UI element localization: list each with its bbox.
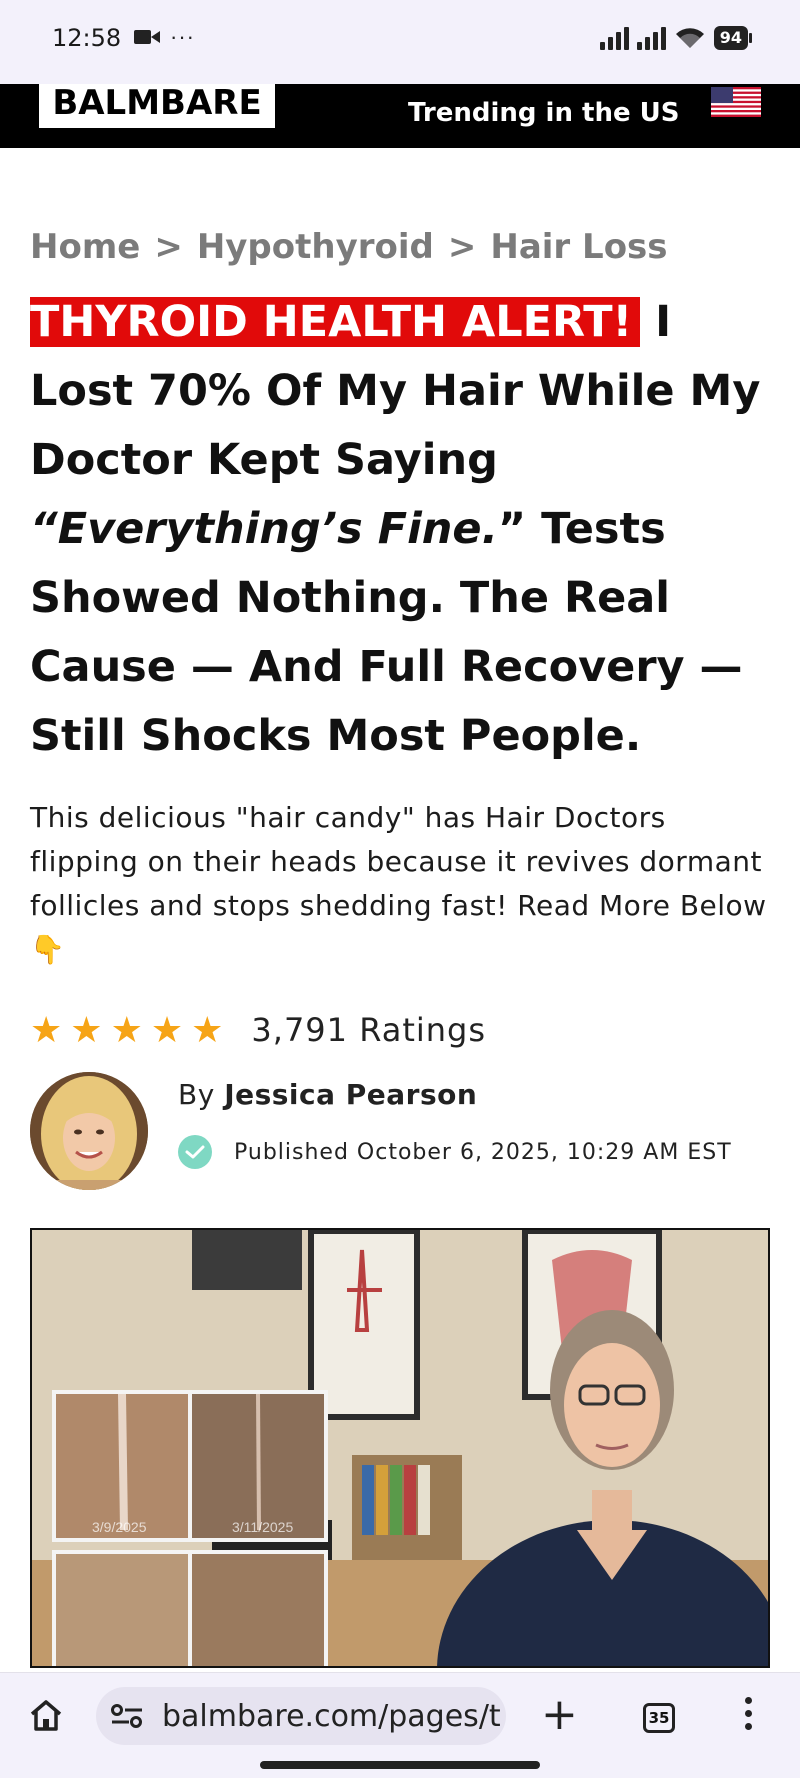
breadcrumb-separator: > — [154, 227, 183, 267]
more-dots-icon: ··· — [170, 24, 195, 49]
address-bar[interactable]: balmbare.com/pages/th — [96, 1687, 506, 1745]
star-icon: ★ — [70, 1009, 103, 1050]
breadcrumb-hair-loss[interactable]: Hair Loss — [490, 227, 667, 267]
gesture-bar[interactable] — [260, 1761, 540, 1769]
tab-switcher-button[interactable]: 35 — [643, 1703, 675, 1733]
status-left-icons: ··· — [134, 24, 195, 49]
breadcrumb-separator: > — [447, 227, 477, 267]
new-tab-icon[interactable]: + — [541, 1693, 578, 1737]
site-logo[interactable]: BALMBARE — [39, 83, 275, 128]
star-icon: ★ — [30, 1009, 63, 1050]
breadcrumb-home[interactable]: Home — [30, 227, 140, 267]
site-header: BALMBARE Trending in the US — [0, 83, 800, 148]
video-camera-icon — [134, 28, 160, 46]
verified-check-icon — [178, 1135, 212, 1169]
site-settings-icon[interactable] — [110, 1702, 144, 1730]
browser-menu-icon[interactable] — [745, 1697, 752, 1730]
wifi-icon — [675, 28, 704, 48]
battery-indicator: 94 — [713, 26, 753, 50]
headline-quote: “Everything’s Fine. — [30, 504, 498, 554]
byline-prefix: By — [178, 1078, 215, 1111]
status-time: 12:58 — [52, 24, 122, 52]
hero-image: 3/9/2025 3/11/2025 — [30, 1228, 770, 1668]
breadcrumb: Home > Hypothyroid > Hair Loss — [30, 227, 668, 267]
author-name[interactable]: Jessica Pearson — [224, 1078, 477, 1111]
star-rating: ★ ★ ★ ★ ★ — [30, 1010, 223, 1050]
home-icon[interactable] — [28, 1697, 64, 1733]
alert-highlight: THYROID HEALTH ALERT! — [30, 297, 641, 347]
breadcrumb-hypothyroid[interactable]: Hypothyroid — [197, 227, 434, 267]
rating-count: 3,791 Ratings — [251, 1011, 487, 1049]
hero-date-left: 3/9/2025 — [92, 1519, 147, 1535]
star-icon: ★ — [191, 1009, 224, 1050]
status-bar: 12:58 ··· 94 — [0, 0, 800, 84]
author-avatar — [30, 1072, 148, 1190]
trending-label: Trending in the US — [408, 98, 680, 128]
author-byline: By Jessica Pearson — [178, 1078, 477, 1111]
cell-signal-icon — [599, 26, 629, 50]
us-flag-icon — [711, 87, 761, 117]
status-right-icons: 94 — [599, 26, 753, 50]
url-text: balmbare.com/pages/th — [162, 1698, 502, 1734]
logo-text: BALMBARE — [52, 83, 262, 123]
hero-date-right: 3/11/2025 — [232, 1519, 293, 1535]
rating-row: ★ ★ ★ ★ ★ 3,791 Ratings — [30, 1010, 486, 1050]
article-headline: THYROID HEALTH ALERT! I Lost 70% Of My H… — [30, 288, 770, 771]
cell-signal-icon — [636, 26, 666, 50]
article-subtext: This delicious "hair candy" has Hair Doc… — [30, 801, 767, 966]
star-icon: ★ — [150, 1009, 184, 1050]
browser-bottom-bar: balmbare.com/pages/th + 35 — [0, 1672, 800, 1778]
publish-info: Published October 6, 2025, 10:29 AM EST — [178, 1135, 732, 1169]
publish-date: Published October 6, 2025, 10:29 AM EST — [234, 1139, 732, 1165]
star-icon: ★ — [110, 1009, 143, 1050]
